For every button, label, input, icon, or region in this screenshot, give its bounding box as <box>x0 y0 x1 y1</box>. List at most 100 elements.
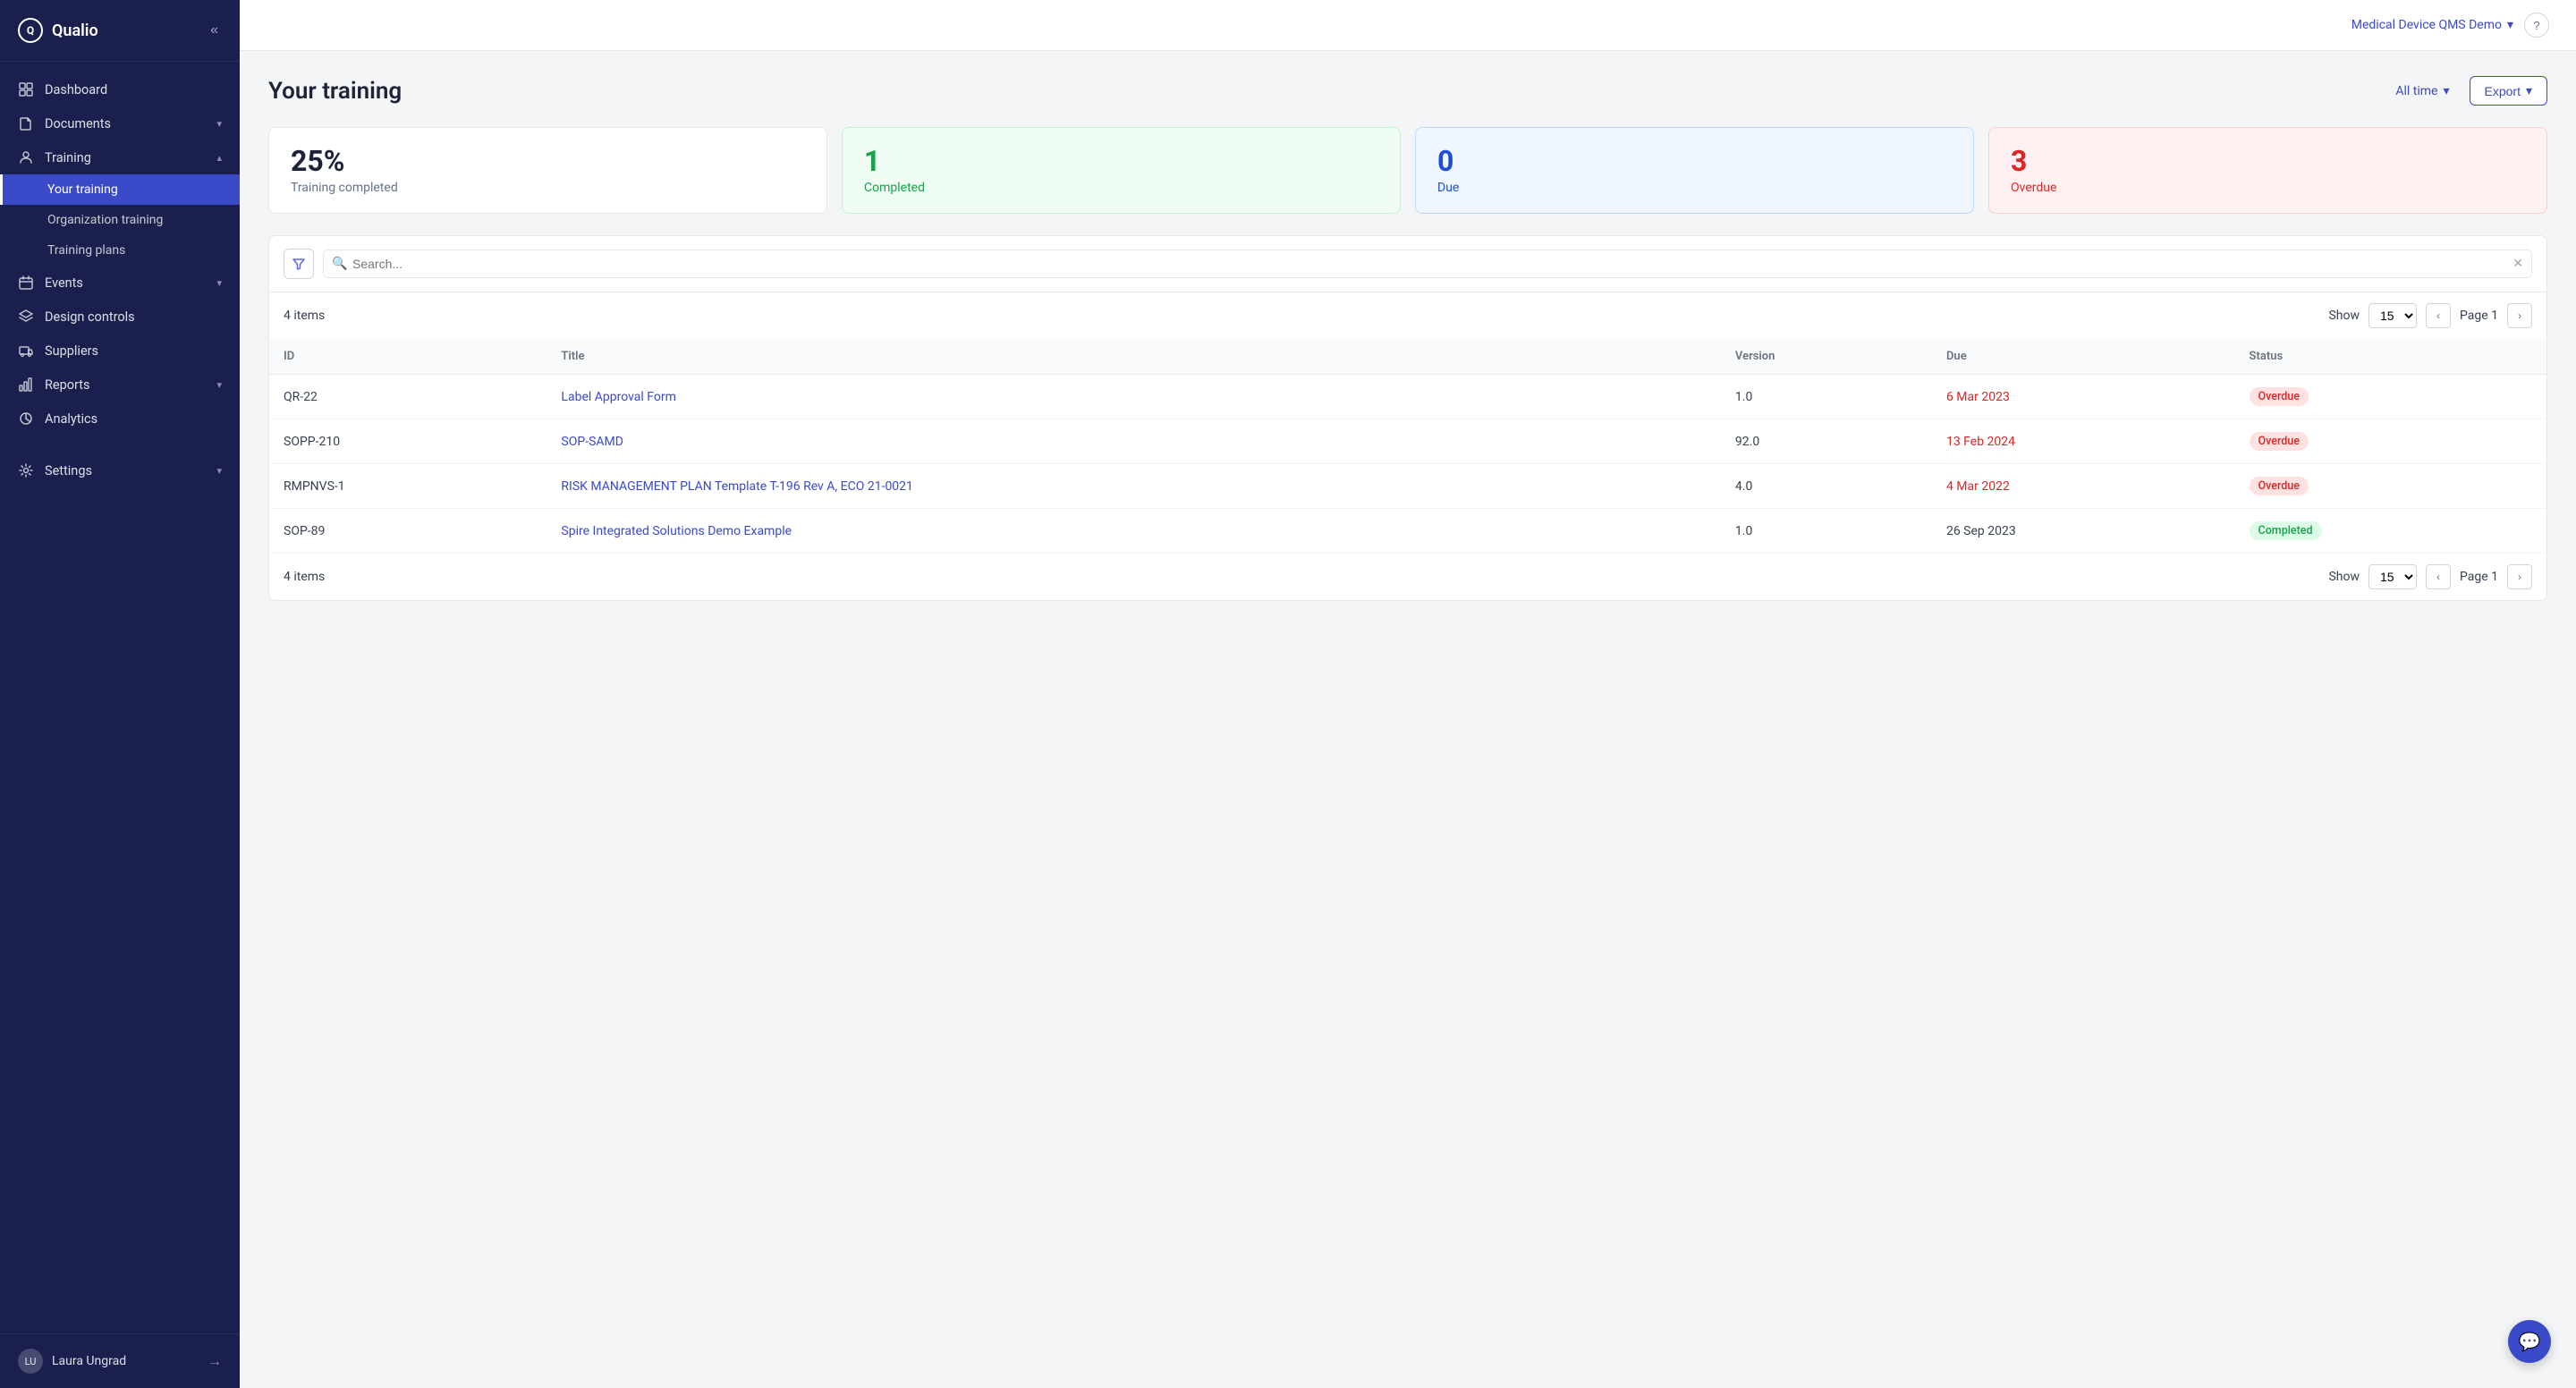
user-info: LU Laura Ungrad <box>18 1349 126 1374</box>
cell-status: Overdue <box>2235 375 2546 419</box>
table-section: 🔍 ✕ 4 items Show 15 25 50 ‹ Page 1 <box>268 235 2547 601</box>
page-label-bottom: Page 1 <box>2460 570 2498 584</box>
table-row: SOPP-210 SOP-SAMD 92.0 13 Feb 2024 Overd… <box>269 419 2546 464</box>
filter-button[interactable] <box>284 249 314 279</box>
show-select-bottom[interactable]: 15 25 50 <box>2368 564 2417 589</box>
sidebar-item-label-documents: Documents <box>45 116 111 131</box>
sidebar-item-suppliers[interactable]: Suppliers <box>0 334 240 368</box>
person-icon <box>18 149 34 165</box>
sidebar-item-analytics[interactable]: Analytics <box>0 402 240 436</box>
sidebar-item-label-settings: Settings <box>45 463 92 478</box>
page-title: Your training <box>268 78 402 105</box>
search-input[interactable] <box>323 250 2532 278</box>
cell-status: Overdue <box>2235 419 2546 464</box>
training-table: ID Title Version Due Status QR-22 Label … <box>269 339 2546 553</box>
sidebar-item-label-analytics: Analytics <box>45 411 97 427</box>
table-row: QR-22 Label Approval Form 1.0 6 Mar 2023… <box>269 375 2546 419</box>
row-title-link[interactable]: Label Approval Form <box>561 390 675 404</box>
main-content: Medical Device QMS Demo ▾ ? Your trainin… <box>240 0 2576 1388</box>
cell-title: Spire Integrated Solutions Demo Example <box>547 509 1720 554</box>
page-content: Your training All time ▾ Export ▾ 25% Tr… <box>240 51 2576 1388</box>
sidebar-item-label-suppliers: Suppliers <box>45 343 98 359</box>
sidebar-item-label-events: Events <box>45 275 83 291</box>
help-button[interactable]: ? <box>2524 13 2549 38</box>
calendar-icon <box>18 275 34 291</box>
stat-card-completed: 1 Completed <box>842 127 1401 214</box>
cell-status: Completed <box>2235 509 2546 554</box>
sidebar-item-training-plans[interactable]: Training plans <box>0 235 240 266</box>
search-clear-button[interactable]: ✕ <box>2512 257 2523 271</box>
table-meta-top: 4 items Show 15 25 50 ‹ Page 1 › <box>269 292 2546 339</box>
collapse-sidebar-button[interactable]: « <box>207 19 222 42</box>
search-icon: 🔍 <box>332 257 347 271</box>
sidebar-item-documents[interactable]: Documents ▾ <box>0 106 240 140</box>
next-page-button-top[interactable]: › <box>2507 303 2532 328</box>
sidebar-item-label-dashboard: Dashboard <box>45 82 107 97</box>
row-title-link[interactable]: RISK MANAGEMENT PLAN Template T-196 Rev … <box>561 479 913 494</box>
user-name: Laura Ungrad <box>52 1354 126 1368</box>
cell-version: 1.0 <box>1721 509 1932 554</box>
show-select-top[interactable]: 15 25 50 <box>2368 303 2417 328</box>
chevron-down-icon-export: ▾ <box>2526 83 2532 98</box>
row-title-link[interactable]: SOP-SAMD <box>561 435 623 449</box>
search-container: 🔍 ✕ <box>323 250 2532 278</box>
avatar: LU <box>18 1349 43 1374</box>
file-icon <box>18 115 34 131</box>
page-label-top: Page 1 <box>2460 309 2498 323</box>
col-header-status: Status <box>2235 339 2546 375</box>
cell-due: 4 Mar 2022 <box>1932 464 2235 509</box>
prev-page-button-top[interactable]: ‹ <box>2426 303 2451 328</box>
sidebar-nav: Dashboard Documents ▾ Training ▴ <box>0 62 240 1333</box>
truck-icon <box>18 343 34 359</box>
export-label: Export <box>2485 84 2521 98</box>
status-badge: Completed <box>2250 521 2322 540</box>
page-header: Your training All time ▾ Export ▾ <box>268 76 2547 106</box>
cell-due: 26 Sep 2023 <box>1932 509 2235 554</box>
bar-chart-icon <box>18 377 34 393</box>
cell-due: 13 Feb 2024 <box>1932 419 2235 464</box>
app-logo: Q Qualio <box>18 18 98 43</box>
stat-card-overdue: 3 Overdue <box>1988 127 2547 214</box>
table-row: SOP-89 Spire Integrated Solutions Demo E… <box>269 509 2546 554</box>
next-page-button-bottom[interactable]: › <box>2507 564 2532 589</box>
col-header-version: Version <box>1721 339 1932 375</box>
items-count-bottom: 4 items <box>284 570 325 584</box>
time-filter-dropdown[interactable]: All time ▾ <box>2386 79 2458 104</box>
stat-label-completed: Completed <box>864 181 1378 195</box>
cell-due: 6 Mar 2023 <box>1932 375 2235 419</box>
stat-value-due: 0 <box>1437 146 1952 177</box>
col-header-id: ID <box>269 339 547 375</box>
chevron-down-icon: ▾ <box>216 118 222 130</box>
sidebar-item-reports[interactable]: Reports ▾ <box>0 368 240 402</box>
items-count-top: 4 items <box>284 309 325 323</box>
cell-version: 4.0 <box>1721 464 1932 509</box>
table-row: RMPNVS-1 RISK MANAGEMENT PLAN Template T… <box>269 464 2546 509</box>
chat-button[interactable]: 💬 <box>2508 1320 2551 1363</box>
pagination-controls-top: Show 15 25 50 ‹ Page 1 › <box>2328 303 2532 328</box>
sidebar-item-training[interactable]: Training ▴ <box>0 140 240 174</box>
pagination-controls-bottom: Show 15 25 50 ‹ Page 1 › <box>2328 564 2532 589</box>
sidebar-item-design-controls[interactable]: Design controls <box>0 300 240 334</box>
stat-card-training-pct: 25% Training completed <box>268 127 827 214</box>
sidebar: Q Qualio « Dashboard Documents ▾ <box>0 0 240 1388</box>
export-button[interactable]: Export ▾ <box>2470 76 2548 106</box>
cell-id: SOP-89 <box>269 509 547 554</box>
col-header-due: Due <box>1932 339 2235 375</box>
prev-page-button-bottom[interactable]: ‹ <box>2426 564 2451 589</box>
sidebar-item-dashboard[interactable]: Dashboard <box>0 72 240 106</box>
org-selector[interactable]: Medical Device QMS Demo ▾ <box>2351 18 2513 32</box>
sidebar-footer: LU Laura Ungrad → <box>0 1333 240 1388</box>
sidebar-item-settings[interactable]: Settings ▾ <box>0 453 240 487</box>
sidebar-item-your-training[interactable]: Your training <box>0 174 240 205</box>
row-title-link[interactable]: Spire Integrated Solutions Demo Example <box>561 524 792 538</box>
sidebar-item-events[interactable]: Events ▾ <box>0 266 240 300</box>
stats-row: 25% Training completed 1 Completed 0 Due… <box>268 127 2547 214</box>
cell-title: SOP-SAMD <box>547 419 1720 464</box>
chevron-down-icon-reports: ▾ <box>216 379 222 391</box>
col-header-title: Title <box>547 339 1720 375</box>
cell-version: 1.0 <box>1721 375 1932 419</box>
sidebar-item-org-training[interactable]: Organization training <box>0 205 240 235</box>
header-actions: All time ▾ Export ▾ <box>2386 76 2547 106</box>
logout-icon[interactable]: → <box>208 1352 222 1370</box>
table-meta-bottom: 4 items Show 15 25 50 ‹ Page 1 › <box>269 553 2546 600</box>
